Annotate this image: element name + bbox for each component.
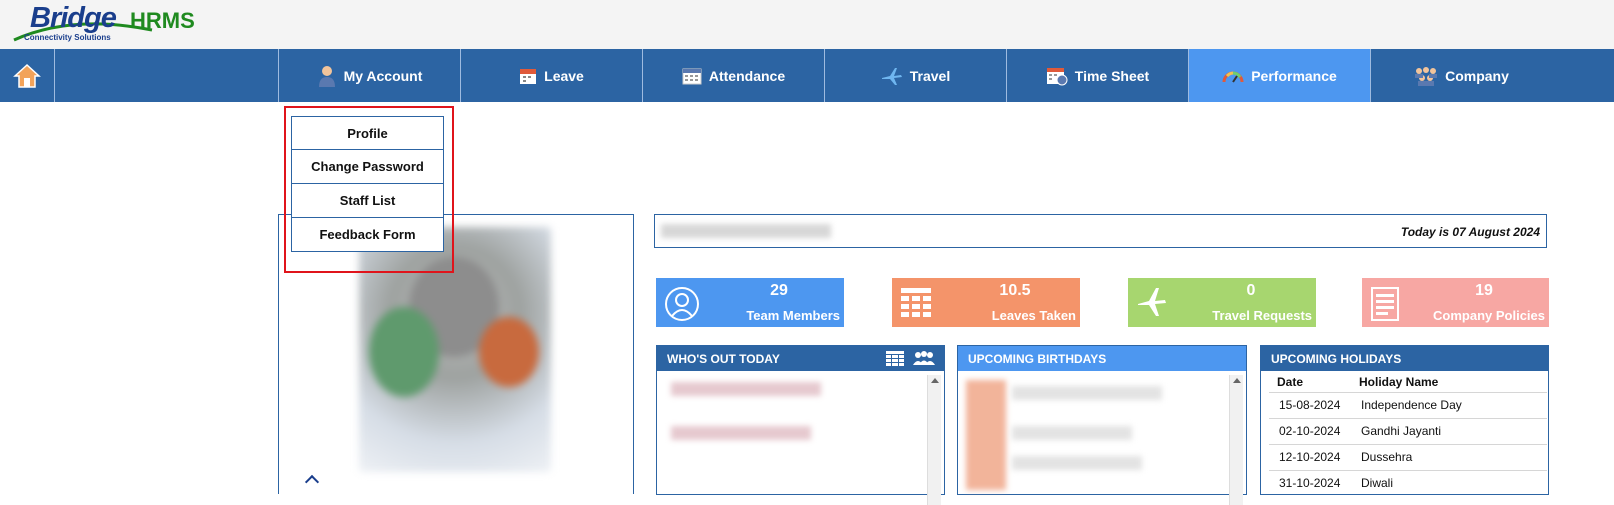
team-view-icon[interactable] xyxy=(912,351,936,366)
nav-label: Leave xyxy=(544,67,584,84)
gauge-icon xyxy=(1222,68,1244,84)
scrollbar[interactable] xyxy=(1229,375,1243,505)
redacted-entry xyxy=(671,426,811,440)
user-icon xyxy=(317,65,337,87)
redacted-entry xyxy=(1012,456,1142,470)
greeting-bar: Today is 07 August 2024 xyxy=(654,214,1547,248)
holiday-name: Independence Day xyxy=(1351,391,1547,418)
table-view-icon[interactable] xyxy=(886,351,904,366)
logo-product: HRMS xyxy=(130,8,195,33)
panel-header: UPCOMING HOLIDAYS xyxy=(1261,346,1548,371)
logo-brand: Bridge xyxy=(30,2,117,34)
redacted-entry xyxy=(1012,426,1132,440)
nav-label: Time Sheet xyxy=(1074,67,1150,84)
holiday-name: Gandhi Jayanti xyxy=(1351,417,1547,444)
holiday-date: 12-10-2024 xyxy=(1269,443,1351,470)
nav-performance[interactable]: Performance xyxy=(1188,49,1370,102)
column-header-date: Date xyxy=(1277,374,1304,389)
redacted-avatars xyxy=(966,380,1006,490)
scroll-up-icon[interactable] xyxy=(1233,378,1241,383)
my-account-dropdown: Profile Change Password Staff List Feedb… xyxy=(291,116,444,252)
redacted-greeting xyxy=(661,224,831,238)
nav-travel[interactable]: Travel xyxy=(824,49,1006,102)
scroll-up-icon[interactable] xyxy=(931,378,939,383)
stat-label: Leaves Taken xyxy=(991,308,1076,323)
holiday-date: 02-10-2024 xyxy=(1269,417,1351,444)
stat-value: 0 xyxy=(1246,282,1256,299)
top-bar: Bridge HRMS Connectivity Solutions xyxy=(0,0,1614,49)
nav-label: Travel xyxy=(909,67,951,84)
home-icon xyxy=(13,63,41,88)
table-header-row: Date Holiday Name xyxy=(1269,372,1547,392)
home-button[interactable] xyxy=(0,49,55,102)
airplane-icon xyxy=(881,66,903,86)
holiday-date: 15-08-2024 xyxy=(1269,391,1351,418)
main-navbar: My Account Leave Attendance Travel Time … xyxy=(0,49,1614,102)
stat-label: Team Members xyxy=(746,308,840,323)
redacted-entry xyxy=(671,382,821,396)
panel-title: UPCOMING BIRTHDAYS xyxy=(968,351,1107,366)
holidays-panel: UPCOMING HOLIDAYS Date Holiday Name 15-0… xyxy=(1260,345,1549,496)
stat-travel-requests[interactable]: 0 Travel Requests xyxy=(1128,278,1316,327)
holiday-name: Dussehra xyxy=(1351,443,1547,470)
scrollbar[interactable] xyxy=(927,375,941,505)
nav-company[interactable]: Company xyxy=(1370,49,1552,102)
stat-label: Company Policies xyxy=(1433,308,1545,323)
panel-header: WHO'S OUT TODAY xyxy=(657,346,944,371)
nav-my-account[interactable]: My Account xyxy=(278,49,460,102)
today-date: Today is 07 August 2024 xyxy=(1400,225,1540,239)
table-row: 02-10-2024 Gandhi Jayanti xyxy=(1269,417,1547,444)
logo-tagline: Connectivity Solutions xyxy=(24,33,111,42)
redacted-entry xyxy=(1012,386,1162,400)
menu-item-change-password[interactable]: Change Password xyxy=(291,150,444,184)
calendar-icon xyxy=(519,67,537,85)
table-row: 31-10-2024 Diwali xyxy=(1269,469,1547,496)
column-header-holiday-name: Holiday Name xyxy=(1359,374,1439,389)
nav-attendance[interactable]: Attendance xyxy=(642,49,824,102)
menu-item-feedback-form[interactable]: Feedback Form xyxy=(291,218,444,252)
stat-label: Travel Requests xyxy=(1212,308,1312,323)
airplane-icon xyxy=(1138,288,1166,316)
whos-out-panel: WHO'S OUT TODAY xyxy=(656,345,945,505)
birthdays-panel: UPCOMING BIRTHDAYS xyxy=(957,345,1247,505)
nav-label: Company xyxy=(1445,67,1509,84)
nav-time-sheet[interactable]: Time Sheet xyxy=(1006,49,1188,102)
nav-label: Attendance xyxy=(708,67,786,84)
stat-leaves-taken[interactable]: 10.5 Leaves Taken xyxy=(892,278,1080,327)
table-row: 12-10-2024 Dussehra xyxy=(1269,443,1547,470)
panel-header: UPCOMING BIRTHDAYS xyxy=(958,346,1246,371)
stat-value: 29 xyxy=(770,282,788,299)
menu-item-profile[interactable]: Profile xyxy=(291,116,444,150)
stat-team-members[interactable]: 29 Team Members xyxy=(656,278,844,327)
stat-company-policies[interactable]: 19 Company Policies xyxy=(1362,278,1549,327)
holiday-date: 31-10-2024 xyxy=(1269,469,1351,496)
table-icon xyxy=(901,288,931,317)
team-icon xyxy=(1414,66,1438,86)
table-row: 15-08-2024 Independence Day xyxy=(1269,391,1547,418)
menu-item-staff-list[interactable]: Staff List xyxy=(291,184,444,218)
holiday-name: Diwali xyxy=(1351,469,1547,496)
timesheet-icon xyxy=(1046,66,1068,86)
document-icon xyxy=(1371,287,1399,321)
stat-value: 10.5 xyxy=(999,282,1031,299)
chevron-up-icon[interactable] xyxy=(304,474,320,490)
calendar-grid-icon xyxy=(682,67,702,85)
panel-title: UPCOMING HOLIDAYS xyxy=(1271,351,1402,366)
nav-label: Performance xyxy=(1251,67,1337,84)
nav-leave[interactable]: Leave xyxy=(460,49,642,102)
holidays-table: Date Holiday Name 15-08-2024 Independenc… xyxy=(1269,372,1547,496)
panel-title: WHO'S OUT TODAY xyxy=(667,351,780,366)
user-circle-icon xyxy=(665,287,699,321)
stat-value: 19 xyxy=(1475,282,1493,299)
nav-label: My Account xyxy=(343,67,423,84)
logo[interactable]: Bridge HRMS Connectivity Solutions xyxy=(12,2,212,46)
